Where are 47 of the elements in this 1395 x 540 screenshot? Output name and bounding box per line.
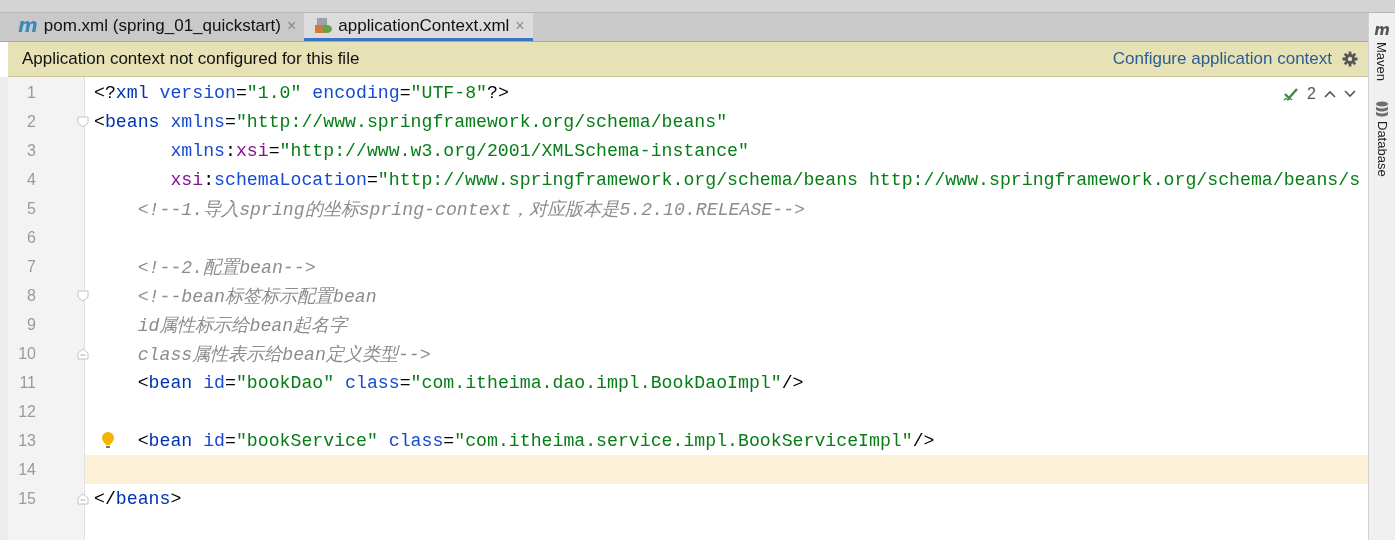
maven-icon: m	[1374, 23, 1390, 38]
banner-message: Application context not configured for this file	[22, 49, 361, 69]
database-icon	[1375, 101, 1389, 118]
chevron-up-icon[interactable]	[1324, 90, 1336, 98]
line-number: 6	[26, 228, 36, 247]
inspection-count: 2	[1307, 85, 1316, 103]
code-line: class属性表示给bean定义类型-->	[137, 343, 431, 366]
code-line: xmlns:xsi="http://www.w3.org/2001/XMLSchema-instance"	[170, 140, 749, 161]
tool-window-button[interactable]: Database	[1374, 101, 1390, 177]
configure-link[interactable]: Configure application context	[1112, 49, 1332, 69]
line-number: 11	[18, 373, 36, 392]
fold-marker-icon[interactable]	[77, 116, 89, 128]
line-number: 5	[26, 199, 36, 218]
line-number: 9	[26, 315, 36, 334]
editor-tab[interactable]: applicationContext.xml ×	[304, 13, 533, 41]
fold-marker-icon[interactable]	[77, 290, 89, 302]
xml-file-icon	[314, 16, 333, 35]
line-number: 13	[17, 431, 36, 450]
code-line: <!--2.配置bean-->	[137, 257, 316, 279]
line-number: 1	[26, 83, 36, 102]
line-number: 4	[26, 170, 36, 189]
line-number: 3	[26, 141, 36, 160]
fold-marker-icon[interactable]	[77, 493, 89, 505]
line-number: 2	[26, 112, 36, 131]
tool-window-button[interactable]: m Maven	[1374, 23, 1390, 82]
maven-icon: m	[18, 16, 38, 35]
code-line: <!--1.导入spring的坐标spring-context，对应版本是5.2.10.RELEASE-->	[137, 198, 805, 221]
line-number: 7	[26, 257, 36, 276]
chevron-down-icon[interactable]	[1344, 90, 1356, 98]
code-line: xsi:schemaLocation="http://www.springframework.org/schema/beans http://www.springframework.org/schema/beans/s	[170, 169, 1361, 190]
fold-marker-icon[interactable]	[77, 348, 89, 360]
code-line: <!--bean标签标示配置bean	[137, 286, 377, 308]
code-line: <beans xmlns="http://www.springframework.org/schema/beans"	[94, 111, 728, 132]
line-number: 8	[26, 286, 36, 305]
settings-icon[interactable]	[1342, 51, 1358, 67]
code-line: <bean id="bookDao" class="com.itheima.dao.impl.BookDaoImpl"/>	[137, 372, 804, 393]
code-line: <bean id="bookService" class="com.itheima.service.impl.BookServiceImpl"/>	[137, 430, 935, 451]
light-bulb-icon[interactable]	[101, 431, 115, 449]
code-line: id属性标示给bean起名字	[137, 314, 348, 337]
check-icon[interactable]	[1283, 86, 1300, 102]
code-line: <?xml version="1.0" encoding="UTF-8"?>	[94, 82, 509, 103]
line-number: 12	[17, 402, 36, 421]
line-number: 15	[17, 489, 36, 508]
line-number: 14	[17, 460, 36, 479]
code-line: </beans>	[94, 488, 182, 509]
line-number: 10	[17, 344, 36, 363]
editor-tab[interactable]: m pom.xml (spring_01_quickstart) ×	[8, 13, 305, 41]
